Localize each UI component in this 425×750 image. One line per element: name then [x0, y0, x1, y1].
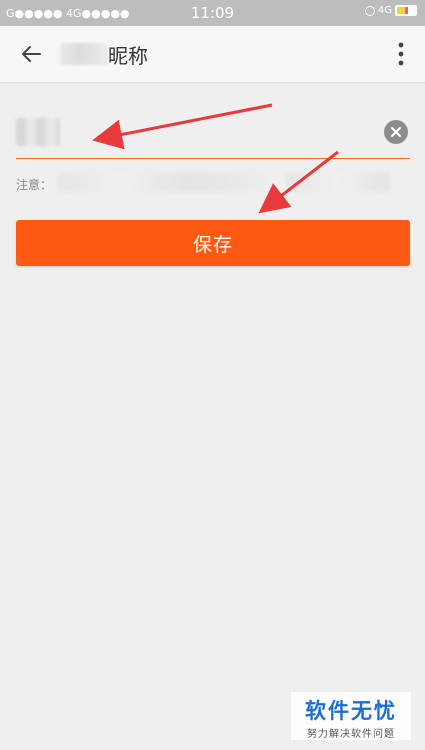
screen: G●●●●● 4G●●●●● 11:09 4G 昵称 注意： 保存 软件无忧 努…: [0, 0, 425, 750]
note-row: 注意：: [16, 172, 410, 194]
nickname-field: [16, 112, 410, 159]
page-title: 昵称: [108, 44, 148, 68]
arrow-left-icon: [22, 46, 41, 62]
nickname-input[interactable]: [66, 120, 370, 148]
watermark-sub-text: 努力解决软件问题: [307, 729, 395, 740]
blurred-username: [60, 43, 108, 65]
battery-icon: [395, 5, 417, 16]
note-label: 注意：: [16, 178, 53, 192]
more-vertical-icon: [398, 42, 404, 66]
network-label: 4G: [377, 5, 392, 16]
clear-input-button[interactable]: [384, 120, 408, 144]
status-right-group: 4G: [364, 5, 417, 16]
app-bar: 昵称: [0, 26, 425, 83]
watermark-main-text: 软件无忧: [305, 699, 397, 723]
blurred-note-text: [58, 172, 270, 192]
alarm-icon: [364, 5, 375, 16]
status-bar: G●●●●● 4G●●●●● 11:09 4G: [0, 0, 425, 26]
blurred-note-text-extra: [286, 172, 390, 192]
save-button[interactable]: 保存: [16, 220, 410, 266]
more-options-button[interactable]: [395, 41, 407, 67]
blurred-nickname-value: [16, 118, 60, 146]
watermark-logo: 软件无忧 努力解决软件问题: [291, 692, 411, 740]
close-icon: [391, 127, 401, 137]
back-button[interactable]: [18, 40, 46, 68]
status-time: 11:09: [190, 4, 235, 22]
